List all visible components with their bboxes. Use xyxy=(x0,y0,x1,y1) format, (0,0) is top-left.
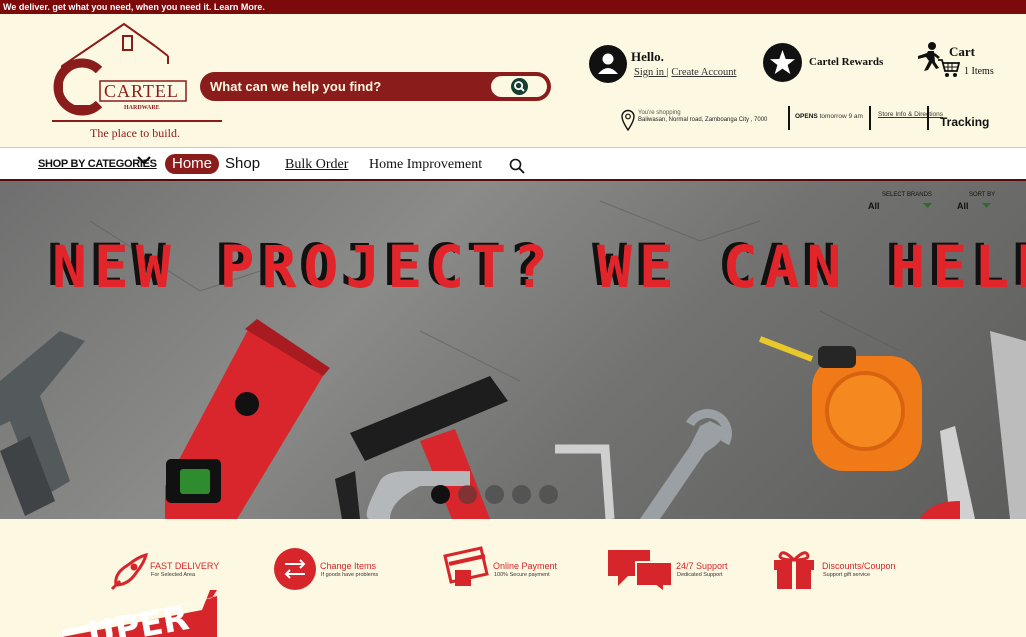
select-brands-label: SELECT BRANDS xyxy=(882,192,932,198)
store-info-link[interactable]: Store Info & Directions xyxy=(878,111,943,118)
nav-bulk-order[interactable]: Bulk Order xyxy=(285,157,348,173)
search-bar xyxy=(200,72,551,101)
feature-subtitle: For Selected Area xyxy=(151,572,196,578)
hero-tools-image xyxy=(0,200,1026,519)
store-address[interactable]: Baliwasan, Normal road, Zamboanga City ,… xyxy=(638,117,767,123)
cartel-logo[interactable]: CARTEL HARDWARE The place to build. xyxy=(52,22,222,150)
caret-down-icon[interactable] xyxy=(982,203,991,208)
cart-item-count: 1 Items xyxy=(964,66,994,77)
account-greeting: Hello. xyxy=(631,49,664,64)
search-icon[interactable] xyxy=(509,158,525,174)
card-payment-icon xyxy=(443,546,489,586)
feature-title: Change Items xyxy=(320,561,377,571)
chat-bubbles-icon xyxy=(608,550,673,592)
feature-title: 24/7 Support xyxy=(676,561,728,571)
select-brands-dropdown[interactable]: All xyxy=(868,201,880,211)
promo-banner[interactable]: UPER xyxy=(62,590,217,637)
nav-shop[interactable]: Shop xyxy=(225,155,260,172)
main-nav: SHOP BY CATEGORIES Home Shop Bulk Order … xyxy=(0,147,1026,181)
site-header: CARTEL HARDWARE The place to build. Hell… xyxy=(0,14,1026,147)
feature-title: FAST DELIVERY xyxy=(150,561,220,571)
account-links: Sign in | Create Account xyxy=(634,67,736,78)
sort-by-label: SORT BY xyxy=(969,192,996,198)
search-icon xyxy=(511,78,528,95)
exchange-icon xyxy=(274,548,316,590)
star-icon xyxy=(763,43,802,82)
opens-time: tomorrow 9 am xyxy=(817,113,863,120)
logo-subword: HARDWARE xyxy=(124,105,160,111)
divider xyxy=(788,106,790,130)
user-icon[interactable] xyxy=(589,45,627,83)
logo-house-icon: CARTEL HARDWARE xyxy=(53,22,187,116)
opens-label: OPENS xyxy=(795,113,818,120)
feature-title: Online Payment xyxy=(493,561,558,571)
divider xyxy=(927,106,929,130)
caret-down-icon[interactable] xyxy=(923,203,932,208)
feature-title: Discounts/Coupon xyxy=(822,561,896,571)
store-info-row: You're shopping Baliwasan, Normal road, … xyxy=(620,106,1020,136)
chevron-down-icon[interactable] xyxy=(137,156,151,166)
logo-rule xyxy=(52,120,222,122)
gift-icon xyxy=(774,551,814,589)
slide-dot[interactable] xyxy=(539,485,558,504)
create-account-link[interactable]: Create Account xyxy=(671,67,736,78)
search-input[interactable] xyxy=(210,72,490,101)
shopping-at-label: You're shopping xyxy=(638,110,681,116)
logo-wordmark: CARTEL xyxy=(104,81,179,101)
rewards-label: Cartel Rewards xyxy=(809,56,884,68)
store-hours: OPENS tomorrow 9 am xyxy=(795,113,863,120)
nav-home-improvement[interactable]: Home Improvement xyxy=(369,157,482,173)
tracking-link[interactable]: Tracking xyxy=(940,115,989,129)
location-pin-icon xyxy=(621,109,635,131)
sign-in-link[interactable]: Sign in | xyxy=(634,67,669,78)
slide-dot[interactable] xyxy=(512,485,531,504)
rocket-icon xyxy=(110,552,149,591)
promo-banner-text: UPER xyxy=(85,598,192,637)
slide-dot[interactable] xyxy=(431,485,450,504)
cart-label: Cart xyxy=(949,44,975,59)
cart-area[interactable]: Cart 1 Items xyxy=(904,42,994,87)
divider xyxy=(869,106,871,130)
hero-slider[interactable]: NEW PROJECT? WE CAN HELP. SELECT BRANDS … xyxy=(0,181,1026,519)
learn-more-link[interactable]: Learn More. xyxy=(214,2,265,12)
slide-dot[interactable] xyxy=(458,485,477,504)
announcement-text: We deliver. get what you need, when you … xyxy=(3,2,214,12)
sort-by-dropdown[interactable]: All xyxy=(957,201,969,211)
feature-subtitle: Support gift service xyxy=(823,572,871,578)
feature-subtitle: Dedicated Support xyxy=(677,572,723,578)
nav-home[interactable]: Home xyxy=(165,154,220,174)
logo-tagline: The place to build. xyxy=(90,126,180,140)
feature-subtitle: 100% Secure payment xyxy=(494,572,550,578)
search-button[interactable] xyxy=(491,76,547,97)
hero-headline: NEW PROJECT? WE CAN HELP. xyxy=(52,233,1026,301)
announcement-bar: We deliver. get what you need, when you … xyxy=(0,0,1026,14)
promo-banner-shape: UPER xyxy=(62,590,217,637)
slide-dot[interactable] xyxy=(485,485,504,504)
feature-subtitle: If goods have problems xyxy=(321,572,379,578)
